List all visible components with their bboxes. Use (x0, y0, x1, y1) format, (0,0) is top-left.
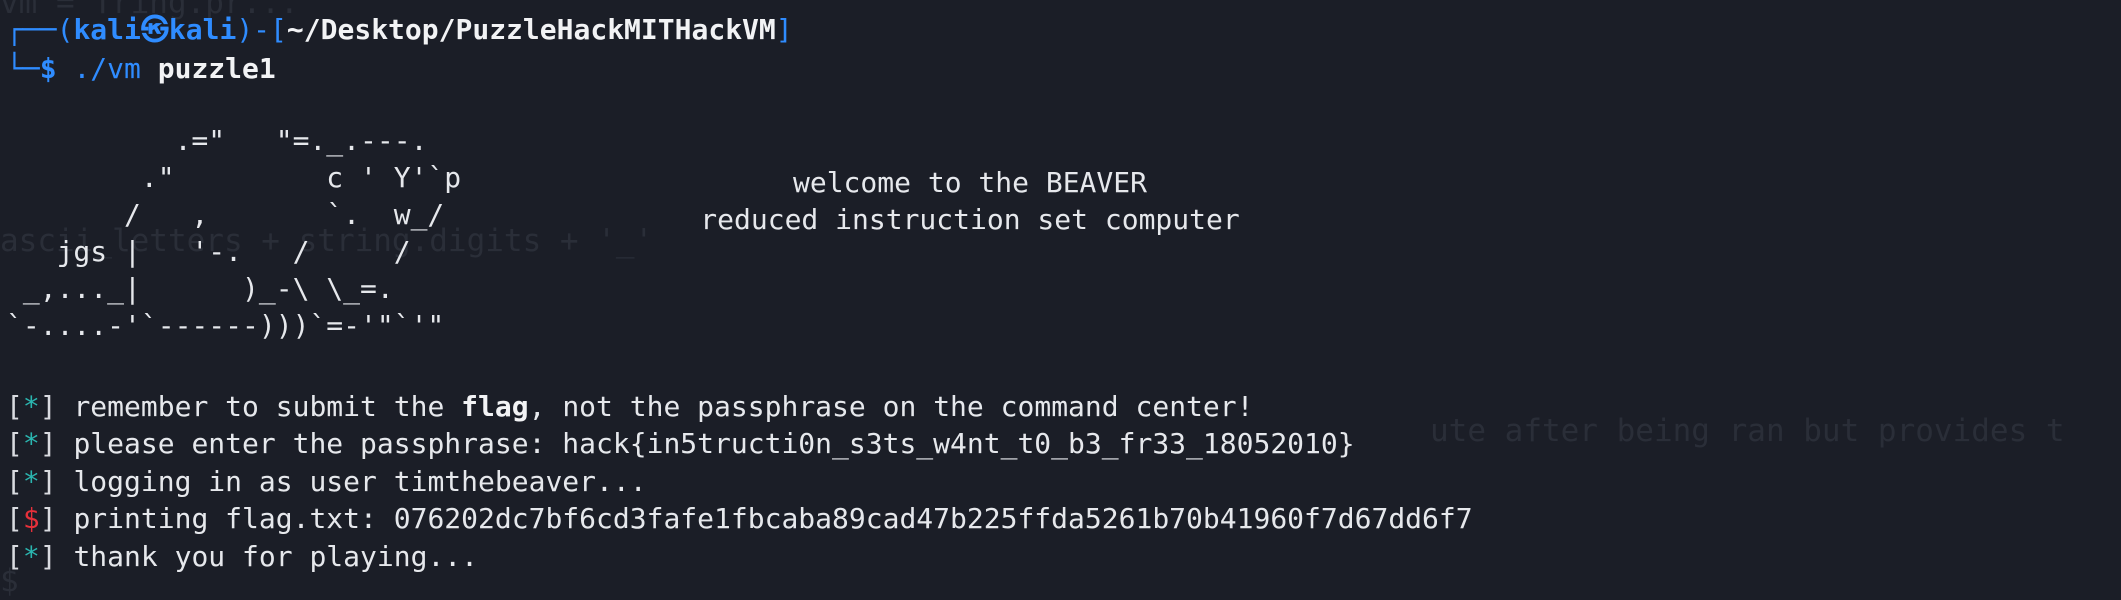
marker-bracket-open: [ (6, 540, 23, 573)
output-text: please enter the passphrase: hack{in5tru… (73, 427, 1355, 460)
marker-bracket-open: [ (6, 390, 23, 423)
command-line[interactable]: └─$ ./vm puzzle1 (6, 51, 276, 87)
command-name: ./vm (73, 52, 141, 85)
beaver-ascii-art: .=" "=._.---. ." c ' Y'`p / , `. w_/ jgs… (6, 124, 462, 342)
prompt-separator: )-[ (236, 13, 287, 46)
marker-bracket-close: ] (39, 465, 74, 498)
output-line: [*] please enter the passphrase: hack{in… (6, 426, 1355, 462)
terminal-window: { "ghost": { "line_top": "vm = Tring.pr.… (0, 0, 2121, 600)
command-argument: puzzle1 (157, 52, 276, 85)
star-marker-icon: * (22, 390, 40, 423)
marker-bracket-close: ] (39, 390, 74, 423)
welcome-line-2: reduced instruction set computer (700, 203, 1240, 236)
prompt-dollar: $ (39, 52, 57, 85)
marker-bracket-open: [ (6, 502, 23, 535)
welcome-line-1: welcome to the BEAVER (792, 166, 1147, 199)
star-marker-icon: * (22, 540, 40, 573)
output-line: [*] remember to submit the flag, not the… (6, 389, 1253, 425)
prompt-at-icon: ㉿ (140, 13, 169, 46)
output-line: [*] thank you for playing... (6, 539, 478, 575)
output-line: [$] printing flag.txt: 076202dc7bf6cd3fa… (6, 501, 1473, 537)
prompt-bracket-close: ] (775, 13, 793, 46)
marker-bracket-open: [ (6, 465, 23, 498)
marker-bracket-close: ] (39, 540, 74, 573)
welcome-banner: welcome to the BEAVER reduced instruction… (680, 164, 1260, 238)
output-line: [*] logging in as user timthebeaver... (6, 464, 647, 500)
output-text: remember to submit the (73, 390, 462, 423)
prompt-user: kali (73, 13, 141, 46)
prompt-bracket-open: ┌──( (6, 13, 74, 46)
prompt-host: kali (168, 13, 237, 46)
output-text: thank you for playing... (73, 540, 479, 573)
prompt-corner: └─ (6, 52, 40, 85)
star-marker-icon: * (22, 465, 40, 498)
ghost-text-right: ute after being ran but provides t (1430, 413, 2065, 449)
output-text-tail: , not the passphrase on the command cent… (528, 390, 1254, 423)
marker-bracket-close: ] (39, 427, 74, 460)
output-text: printing flag.txt: 076202dc7bf6cd3fafe1f… (73, 502, 1473, 535)
marker-bracket-close: ] (39, 502, 74, 535)
star-marker-icon: * (22, 427, 40, 460)
prompt-header: ┌──(kali㉿kali)-[~/Desktop/PuzzleHackMITH… (6, 12, 793, 48)
dollar-marker-icon: $ (22, 502, 40, 535)
output-emphasis: flag (461, 390, 529, 423)
marker-bracket-open: [ (6, 427, 23, 460)
output-text: logging in as user timthebeaver... (73, 465, 647, 498)
prompt-path: ~/Desktop/PuzzleHackMITHackVM (286, 13, 776, 46)
